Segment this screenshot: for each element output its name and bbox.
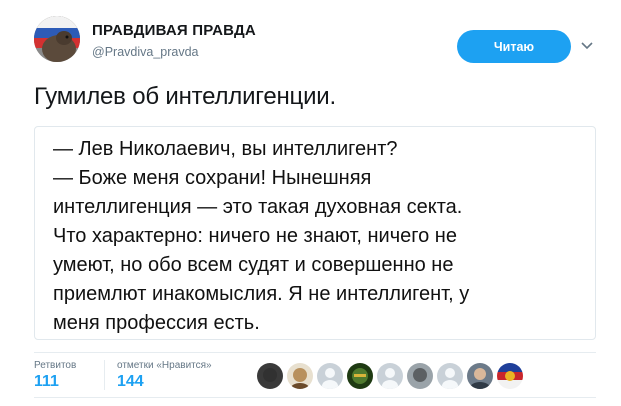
divider (34, 352, 596, 353)
likes-count[interactable]: 144 (117, 373, 144, 391)
quote-text: — Лев Николаевич, вы интеллигент? — Боже … (53, 135, 469, 338)
avatar-default-icon[interactable] (317, 363, 343, 389)
quote-line: меня профессия есть. (53, 312, 260, 334)
retweets-label[interactable]: Ретвитов (34, 360, 76, 371)
avatar-face-icon[interactable] (287, 363, 313, 389)
avatar-default-icon[interactable] (377, 363, 403, 389)
stats-separator (104, 360, 105, 390)
chevron-down-icon[interactable] (580, 38, 594, 52)
display-name[interactable]: ПРАВДИВАЯ ПРАВДА (92, 22, 256, 39)
quote-line: приемлют инакомыслия. Я не интеллигент, … (53, 283, 470, 305)
likes-label[interactable]: отметки «Нравится» (117, 360, 212, 371)
quote-line: — Лев Николаевич, вы интеллигент? (53, 138, 398, 160)
avatar-green-icon[interactable] (347, 363, 373, 389)
avatar-grey-icon[interactable] (407, 363, 433, 389)
avatar-default-icon[interactable] (437, 363, 463, 389)
divider (34, 397, 596, 398)
avatar-flag-icon[interactable] (497, 363, 523, 389)
avatar[interactable] (34, 16, 80, 62)
quote-line: умеют, но обо всем судят и совершенно не (53, 254, 454, 276)
liker-avatars (257, 363, 523, 389)
quote-line: интеллигенция — это такая духовная секта… (53, 196, 463, 218)
quote-image-card[interactable]: — Лев Николаевич, вы интеллигент? — Боже … (34, 126, 596, 340)
avatar-dark-round-icon[interactable] (257, 363, 283, 389)
retweets-count[interactable]: 111 (34, 373, 59, 391)
quote-line: Что характерно: ничего не знают, ничего … (53, 225, 457, 247)
following-button[interactable]: Читаю (457, 30, 571, 63)
tweet-text: Гумилев об интеллигенции. (34, 83, 336, 110)
user-handle[interactable]: @Pravdiva_pravda (92, 45, 199, 59)
quote-line: — Боже меня сохрани! Нынешняя (53, 167, 372, 189)
avatar-portrait-icon[interactable] (467, 363, 493, 389)
